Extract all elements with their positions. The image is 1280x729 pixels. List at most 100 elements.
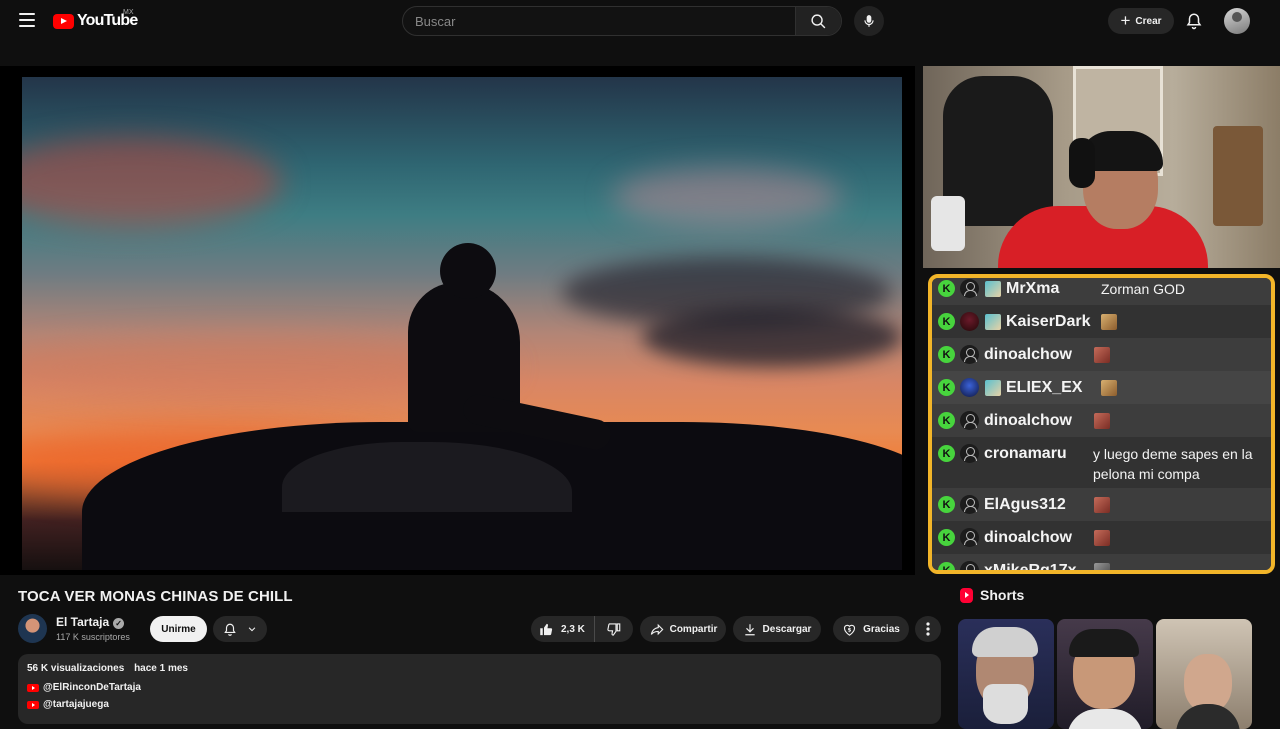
chat-username: KaiserDark: [1006, 313, 1091, 330]
share-icon: [650, 623, 664, 635]
search-box: [402, 6, 842, 36]
chat-username: ELIEX_EX: [1006, 379, 1083, 396]
top-bar: YouTube MX + Crear: [0, 0, 1280, 42]
user-avatar-icon: [960, 528, 979, 547]
voice-search-button[interactable]: [854, 6, 884, 36]
user-avatar-icon: [960, 444, 979, 463]
cloud: [642, 307, 902, 367]
chat-message: K KaiserDark: [932, 305, 1271, 338]
chat-username: ElAgus312: [984, 496, 1066, 513]
download-button[interactable]: Descargar: [733, 616, 821, 642]
user-avatar-icon: [960, 279, 979, 298]
webcam-feed: [923, 66, 1280, 268]
video-title: TOCA VER MONAS CHINAS DE CHILL: [18, 588, 293, 605]
kick-badge-icon: K: [938, 529, 955, 546]
dislike-button[interactable]: [595, 616, 633, 642]
share-button[interactable]: Compartir: [640, 616, 726, 642]
chat-messages: K MrXma Zorman GOD K KaiserDark K dinoal…: [932, 278, 1271, 574]
subscriber-badge-icon: [985, 380, 1001, 396]
kick-badge-icon: K: [938, 280, 955, 297]
chat-username: cronamaru: [984, 445, 1067, 462]
channel-name[interactable]: El Tartaja: [56, 615, 109, 629]
chat-text: Zorman GOD: [1101, 281, 1186, 297]
chat-username: dinoalchow: [984, 412, 1072, 429]
subscriber-count: 117 K suscriptores: [56, 632, 130, 642]
chat-message: K dinoalchow: [932, 338, 1271, 371]
chat-message: K xMikeRg17x: [932, 554, 1271, 574]
description-meta: 56 K visualizaciones hace 1 mes: [27, 663, 932, 674]
thanks-heart-icon: $: [844, 624, 856, 636]
channel-name-row[interactable]: El Tartaja ✓: [56, 615, 125, 629]
video-frame: [22, 77, 902, 570]
channel-avatar[interactable]: [18, 614, 47, 643]
short-thumbnail[interactable]: [1156, 619, 1252, 729]
download-label: Descargar: [762, 623, 812, 635]
person-head: [440, 243, 496, 299]
shorts-icon: [960, 587, 973, 603]
join-button[interactable]: Unirme: [150, 616, 207, 642]
create-button[interactable]: + Crear: [1108, 8, 1174, 34]
chat-overlay: K MrXma Zorman GOD K KaiserDark K dinoal…: [928, 274, 1275, 574]
chat-username: xMikeRg17x: [984, 562, 1077, 574]
hair-thumb: [972, 627, 1038, 657]
description-link[interactable]: @ElRinconDeTartaja: [27, 682, 932, 693]
chat-message: K ELIEX_EX: [932, 371, 1271, 404]
short-thumbnail[interactable]: [1057, 619, 1153, 729]
chat-message: K MrXma Zorman GOD: [932, 278, 1271, 305]
chat-username: dinoalchow: [984, 346, 1072, 363]
emote-icon: [1094, 347, 1110, 363]
cloud: [612, 167, 842, 227]
emote-icon: [1094, 497, 1110, 513]
subscriber-badge-icon: [985, 314, 1001, 330]
search-button[interactable]: [795, 7, 841, 35]
humidifier: [931, 196, 965, 251]
user-avatar-icon: [960, 345, 979, 364]
emote-icon: [1101, 314, 1117, 330]
upload-date: hace 1 mes: [134, 663, 188, 674]
account-avatar[interactable]: [1224, 8, 1250, 34]
headset: [1069, 138, 1095, 188]
shorts-label: Shorts: [980, 587, 1025, 603]
chat-username: MrXma: [1006, 280, 1060, 297]
kick-badge-icon: K: [938, 496, 955, 513]
thumbs-up-icon: [540, 623, 553, 635]
more-actions-button[interactable]: [915, 616, 941, 642]
notifications-button[interactable]: [1185, 11, 1203, 31]
emote-icon: [1094, 530, 1110, 546]
like-button[interactable]: 2,3 K: [531, 616, 595, 642]
beard-thumb: [983, 684, 1028, 724]
shirt-thumb: [1067, 709, 1143, 729]
description-box[interactable]: 56 K visualizaciones hace 1 mes @ElRinco…: [18, 654, 941, 724]
menu-icon[interactable]: [19, 13, 35, 27]
kick-badge-icon: K: [938, 412, 955, 429]
chat-message: K ElAgus312: [932, 488, 1271, 521]
plus-icon: +: [1120, 10, 1131, 30]
search-input[interactable]: [403, 7, 795, 35]
chat-message: K cronamaru y luego deme sapes en la pel…: [932, 437, 1271, 488]
short-thumbnail[interactable]: [958, 619, 1054, 729]
chat-message: K dinoalchow: [932, 521, 1271, 554]
link-text[interactable]: @ElRinconDeTartaja: [43, 682, 141, 693]
video-player[interactable]: [0, 66, 915, 575]
chat-text: y luego deme sapes en la pelona mi compa: [1093, 446, 1253, 482]
hair-thumb: [1069, 629, 1139, 657]
thanks-button[interactable]: $ Gracias: [833, 616, 909, 642]
emote-icon: [1101, 380, 1117, 396]
verified-icon: ✓: [113, 618, 125, 629]
user-avatar-icon: [960, 312, 979, 331]
chat-message: K dinoalchow: [932, 404, 1271, 437]
subscription-bell-button[interactable]: [213, 616, 267, 642]
description-link[interactable]: @tartajajuega: [27, 699, 932, 710]
kick-badge-icon: K: [938, 379, 955, 396]
cat-tree: [1213, 126, 1263, 226]
bell-icon: [224, 623, 236, 636]
youtube-icon: [27, 700, 39, 709]
kick-badge-icon: K: [938, 313, 955, 330]
like-dislike-group: 2,3 K: [531, 616, 633, 642]
download-icon: [744, 623, 755, 635]
link-text[interactable]: @tartajajuega: [43, 699, 109, 710]
user-avatar-icon: [960, 561, 979, 570]
cloud: [22, 137, 282, 227]
svg-text:$: $: [848, 627, 852, 633]
emote-icon: [1094, 413, 1110, 429]
